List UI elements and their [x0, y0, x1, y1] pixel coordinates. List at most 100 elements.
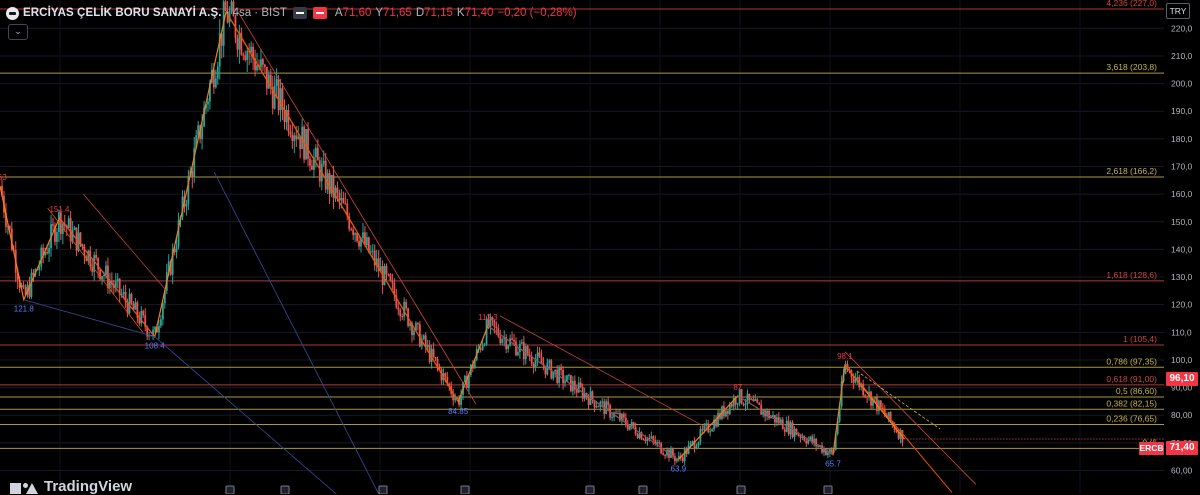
candle-body	[409, 323, 411, 327]
candle-body	[316, 147, 319, 161]
candle-body	[265, 66, 268, 89]
currency-button[interactable]: TRY	[1166, 3, 1190, 19]
candle-body	[626, 424, 629, 430]
support-line[interactable]	[737, 395, 834, 456]
candle-body	[336, 187, 339, 193]
event-marker-icon[interactable]	[638, 485, 648, 494]
trend-line[interactable]	[844, 364, 953, 493]
price-axis-tick: 210,0	[1171, 51, 1193, 61]
price-axis-tick: 190,0	[1171, 106, 1193, 116]
candle-body	[691, 441, 694, 443]
trend-line[interactable]	[47, 207, 144, 333]
candle-body	[405, 301, 408, 309]
candle-body	[605, 401, 608, 415]
candle-body	[397, 307, 400, 310]
candle-body	[273, 85, 276, 109]
candle-body	[161, 303, 164, 320]
candle-body	[573, 380, 576, 390]
candle-body	[246, 50, 249, 60]
candle-body	[554, 369, 557, 372]
candle-body	[130, 293, 133, 304]
candle-body	[291, 134, 294, 141]
candle-body	[556, 369, 559, 383]
event-marker-icon[interactable]	[378, 485, 388, 494]
candle-body	[705, 423, 708, 426]
candle-body	[595, 406, 598, 408]
candle-body	[730, 404, 733, 407]
price-axis-tick: 130,0	[1171, 272, 1193, 282]
candle-body	[95, 254, 98, 259]
symbol-name[interactable]: ERCİYAS ÇELİK BORU SANAYİ A.Ş.	[23, 7, 222, 19]
pivot-label: 112.3	[478, 313, 498, 322]
price-chart[interactable]: 4,236 (227,0) 3,618 (203,8) 2,618 (166,2) 1…	[0, 0, 1200, 494]
candle-body	[642, 439, 645, 441]
candle-body	[295, 135, 298, 139]
alert-icon[interactable]	[312, 7, 327, 19]
fib-level-label: 1,618 (128,6)	[1106, 270, 1157, 280]
candle-body	[322, 160, 325, 165]
trend-line[interactable]	[499, 315, 715, 433]
candle-body	[697, 442, 700, 447]
event-marker-icon[interactable]	[736, 485, 746, 494]
candle-body	[709, 431, 712, 433]
candle-body	[520, 342, 523, 344]
event-marker-icon[interactable]	[280, 485, 290, 494]
trend-line[interactable]	[844, 351, 977, 485]
candle-body	[48, 248, 50, 254]
candle-body	[809, 436, 812, 440]
candle-body	[154, 326, 156, 330]
price-axis-tick: 60,00	[1171, 466, 1193, 476]
candle-body	[540, 356, 543, 364]
event-marker-icon[interactable]	[585, 485, 595, 494]
candle-body	[338, 192, 341, 201]
candle-body	[601, 401, 604, 403]
candle-body	[622, 413, 625, 418]
candle-body	[597, 406, 600, 408]
ohlc-high-value: 71,65	[383, 7, 412, 19]
candle-body	[340, 197, 343, 201]
tradingview-logo[interactable]: TradingView	[10, 478, 132, 495]
candle-body	[122, 292, 125, 295]
candle-body	[636, 434, 639, 439]
symbol-meta: · 4sa · BIST	[225, 7, 287, 19]
support-line[interactable]	[487, 325, 679, 460]
candle-body	[644, 439, 647, 442]
collapse-legend-button[interactable]: ⌄	[8, 24, 28, 40]
price-axis-tick: 180,0	[1171, 134, 1193, 144]
candle-body	[568, 375, 570, 377]
candle-body	[314, 147, 317, 158]
support-line[interactable]	[213, 171, 381, 494]
fib-level-label: 0,618 (91,00)	[1106, 374, 1157, 384]
candle-body	[801, 436, 804, 438]
candle-body	[615, 412, 617, 414]
price-axis-tick: 120,0	[1171, 300, 1193, 310]
candle-body	[191, 171, 194, 178]
candle-body	[399, 309, 402, 317]
ohlc-close-value: 71,40	[464, 7, 494, 19]
candle-body	[483, 344, 486, 346]
candle-body	[652, 436, 655, 441]
event-marker-icon[interactable]	[225, 485, 235, 494]
fib-level-label: 0,236 (76,65)	[1106, 413, 1157, 423]
candle-body	[46, 252, 49, 254]
candle-body	[52, 224, 54, 226]
pivot-label: 108.4	[145, 342, 166, 351]
price-axis-tick: 160,0	[1171, 189, 1193, 199]
candle-body	[332, 174, 335, 199]
trend-line[interactable]	[225, 11, 459, 403]
flag-icon[interactable]	[292, 7, 307, 19]
candle-body	[517, 351, 519, 356]
candle-body	[56, 232, 58, 242]
candle-body	[683, 449, 686, 462]
candle-body	[866, 396, 869, 398]
candle-body	[105, 265, 107, 275]
candle-body	[307, 129, 309, 159]
candle-body	[432, 348, 435, 358]
fib-level-label: 0,786 (97,35)	[1106, 356, 1157, 366]
event-marker-icon[interactable]	[823, 485, 833, 494]
candle-body	[587, 397, 590, 405]
candle-body	[413, 330, 415, 336]
candle-body	[277, 79, 280, 111]
trend-line[interactable]	[83, 193, 167, 292]
event-marker-icon[interactable]	[460, 485, 470, 494]
